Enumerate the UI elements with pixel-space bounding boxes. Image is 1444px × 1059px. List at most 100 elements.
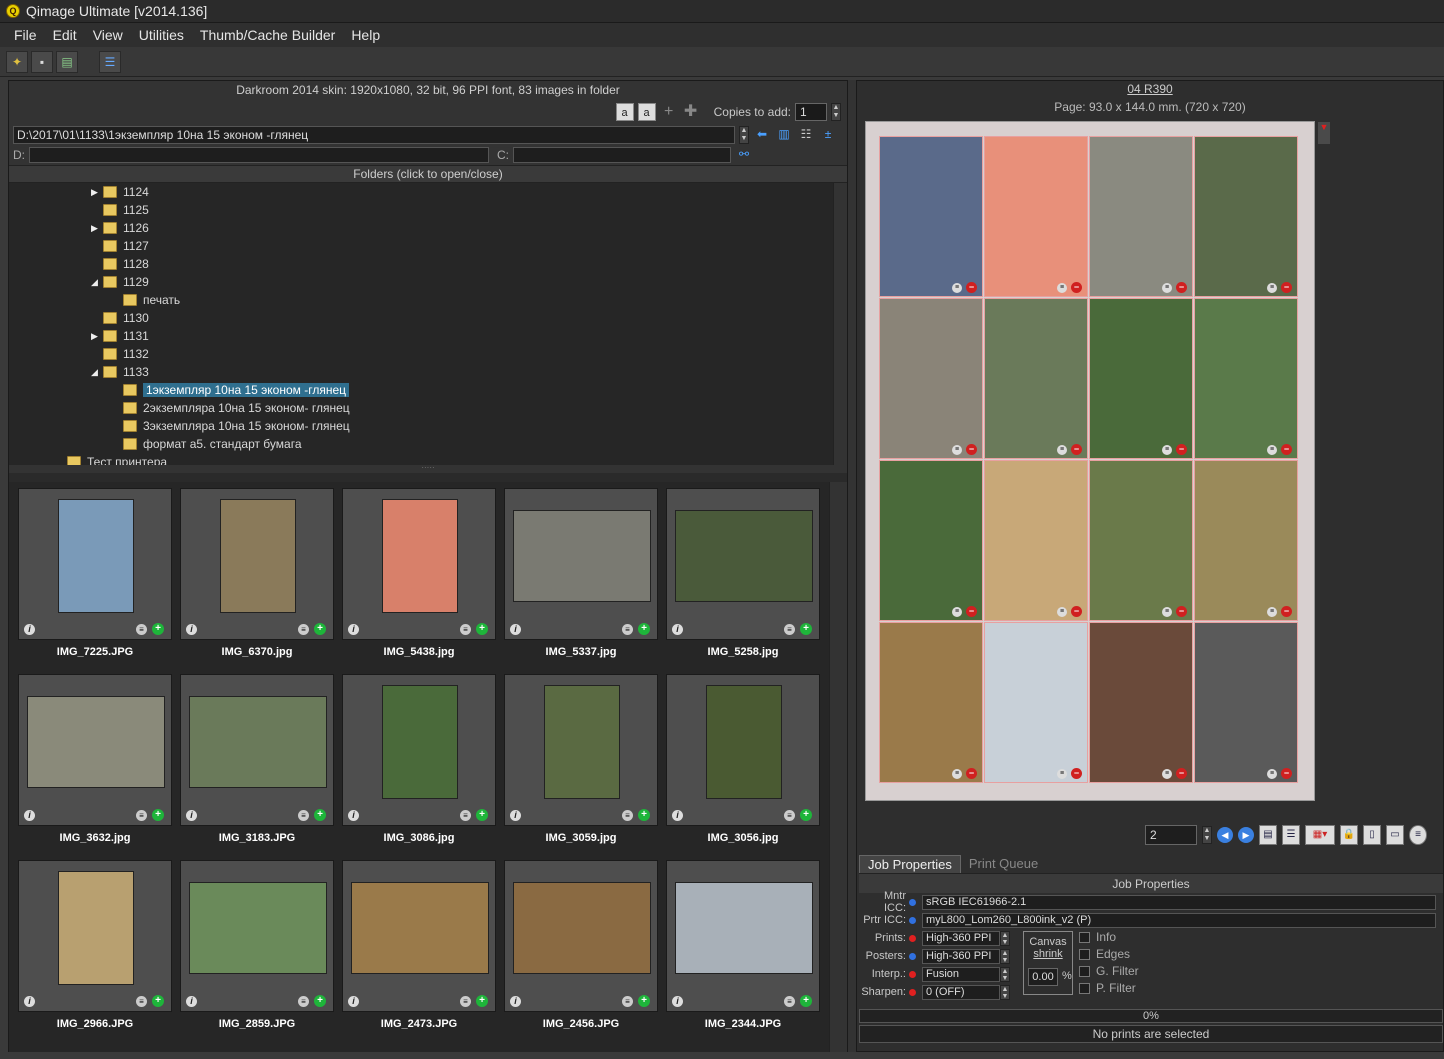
job-property-value[interactable]: High-360 PPI — [922, 930, 1000, 946]
tree-folder-row[interactable]: печать — [111, 291, 180, 309]
grid-scrollbar[interactable] — [829, 482, 847, 1052]
menu-icon[interactable]: ≡ — [136, 624, 147, 635]
canvas-percent-input[interactable]: 0.00 — [1028, 968, 1058, 986]
lock-icon[interactable]: 🔒 — [1340, 825, 1358, 845]
image-menu-icon[interactable]: ≡ — [952, 283, 962, 293]
add-icon[interactable]: + — [152, 623, 164, 635]
add-icon[interactable]: + — [476, 995, 488, 1007]
thumbnail-cell[interactable]: i ≡ + — [342, 488, 496, 640]
job-property-spinner[interactable]: ▲ ▼ — [1000, 948, 1010, 964]
thumbnail-cell[interactable]: i ≡ + — [504, 674, 658, 826]
menu-icon[interactable]: ≡ — [622, 624, 633, 635]
thumbnail-image[interactable] — [189, 696, 327, 788]
path-input[interactable]: D:\2017\01\1133\1экземпляр 10на 15 эконо… — [13, 126, 735, 144]
tree-folder-row[interactable]: 1125 — [91, 201, 149, 219]
job-property-value[interactable]: Fusion — [922, 966, 1000, 982]
add-icon[interactable]: + — [800, 995, 812, 1007]
option-checkbox[interactable]: Info — [1079, 929, 1116, 945]
thumbnail-image[interactable] — [382, 499, 458, 613]
red-flag-icon[interactable]: ▼ — [1318, 122, 1330, 144]
binoculars-icon[interactable]: ⚯ — [735, 147, 753, 163]
image-menu-icon[interactable]: ≡ — [1267, 283, 1277, 293]
page-image[interactable]: ≡ − — [1089, 622, 1193, 783]
add-icon[interactable]: + — [152, 809, 164, 821]
page-image[interactable]: ≡ − — [879, 622, 983, 783]
page-image[interactable]: ≡ − — [1194, 622, 1298, 783]
menu-edit[interactable]: Edit — [45, 27, 85, 43]
print-button[interactable]: ▤ — [56, 50, 78, 73]
menu-icon[interactable]: ≡ — [136, 810, 147, 821]
thumbnail-image[interactable] — [544, 685, 620, 799]
image-menu-icon[interactable]: ≡ — [1057, 769, 1067, 779]
thumbnail-image[interactable] — [382, 685, 458, 799]
add-all-icon[interactable]: ✚ — [682, 103, 700, 121]
remove-icon[interactable]: − — [1176, 282, 1187, 293]
page-spinner[interactable]: ▲ ▼ — [1202, 826, 1212, 844]
add-icon[interactable]: + — [152, 995, 164, 1007]
tree-folder-row[interactable]: 1130 — [91, 309, 149, 327]
menu-icon[interactable]: ≡ — [298, 996, 309, 1007]
remove-icon[interactable]: − — [966, 444, 977, 455]
info-icon[interactable]: i — [24, 996, 35, 1007]
tree-folder-row[interactable]: формат а5. стандарт бумага — [111, 435, 302, 453]
layout-button[interactable]: ☰ — [99, 50, 121, 73]
job-property-value[interactable]: 0 (OFF) — [922, 984, 1000, 1000]
open-folder-button[interactable]: ✦ — [6, 50, 28, 73]
page-image[interactable]: ≡ − — [1089, 460, 1193, 621]
info-icon[interactable]: i — [510, 996, 521, 1007]
menu-icon[interactable]: ≡ — [460, 996, 471, 1007]
add-icon[interactable]: + — [314, 995, 326, 1007]
remove-icon[interactable]: − — [1281, 282, 1292, 293]
info-icon[interactable]: i — [186, 624, 197, 635]
page-image[interactable]: ≡ − — [984, 136, 1088, 297]
tree-folder-row[interactable]: 1127 — [91, 237, 149, 255]
expand-arrow-icon[interactable]: ◢ — [91, 367, 103, 378]
menu-help[interactable]: Help — [343, 27, 388, 43]
add-icon[interactable]: + — [800, 623, 812, 635]
job-property-value[interactable]: High-360 PPI — [922, 948, 1000, 964]
prev-page-icon[interactable]: ◀ — [1217, 827, 1233, 843]
thumbnail-image[interactable] — [220, 499, 296, 613]
remove-icon[interactable]: − — [1281, 768, 1292, 779]
save-button[interactable]: ▪ — [31, 50, 53, 73]
image-menu-icon[interactable]: ≡ — [1057, 283, 1067, 293]
menu-icon[interactable]: ≡ — [298, 810, 309, 821]
add-icon[interactable]: + — [476, 623, 488, 635]
tree-folder-row[interactable]: ▶ 1124 — [91, 183, 149, 201]
panel-splitter[interactable]: ····· — [9, 464, 847, 473]
tab-print-queue[interactable]: Print Queue — [961, 855, 1046, 873]
thumbnail-image[interactable] — [27, 696, 165, 788]
option-checkbox[interactable]: G. Filter — [1079, 963, 1139, 979]
add-icon[interactable]: + — [314, 809, 326, 821]
menu-icon[interactable]: ≡ — [784, 810, 795, 821]
tab-job-properties[interactable]: Job Properties — [859, 855, 961, 873]
tree-folder-row[interactable]: ▶ 1126 — [91, 219, 149, 237]
remove-icon[interactable]: − — [966, 768, 977, 779]
menu-icon[interactable]: ≡ — [460, 624, 471, 635]
page-image[interactable]: ≡ − — [984, 460, 1088, 621]
page-image[interactable]: ≡ − — [879, 136, 983, 297]
thumbnail-image[interactable] — [513, 510, 651, 602]
thumbnail-cell[interactable]: i ≡ + — [18, 860, 172, 1012]
page-image[interactable]: ≡ − — [879, 460, 983, 621]
thumbnail-image[interactable] — [675, 510, 813, 602]
copies-input[interactable]: 1 — [795, 103, 827, 121]
path-dropdown[interactable]: ▲ ▼ — [739, 126, 749, 144]
expand-arrow-icon[interactable]: ◢ — [91, 277, 103, 288]
info-icon[interactable]: i — [348, 996, 359, 1007]
add-icon[interactable]: + — [314, 623, 326, 635]
menu-icon[interactable]: ≡ — [1409, 825, 1427, 845]
page-image[interactable]: ≡ − — [879, 298, 983, 459]
info-icon[interactable]: i — [510, 624, 521, 635]
page-image[interactable]: ≡ − — [1194, 136, 1298, 297]
image-menu-icon[interactable]: ≡ — [1057, 607, 1067, 617]
tree-folder-row[interactable]: 2экземпляра 10на 15 эконом- глянец — [111, 399, 350, 417]
menu-icon[interactable]: ≡ — [298, 624, 309, 635]
folders-header[interactable]: Folders (click to open/close) — [9, 165, 847, 183]
thumbnail-cell[interactable]: i ≡ + — [180, 860, 334, 1012]
image-menu-icon[interactable]: ≡ — [1162, 607, 1172, 617]
thumbnail-image[interactable] — [189, 882, 327, 974]
image-menu-icon[interactable]: ≡ — [1162, 769, 1172, 779]
thumbnail-cell[interactable]: i ≡ + — [342, 860, 496, 1012]
thumbnail-cell[interactable]: i ≡ + — [504, 860, 658, 1012]
